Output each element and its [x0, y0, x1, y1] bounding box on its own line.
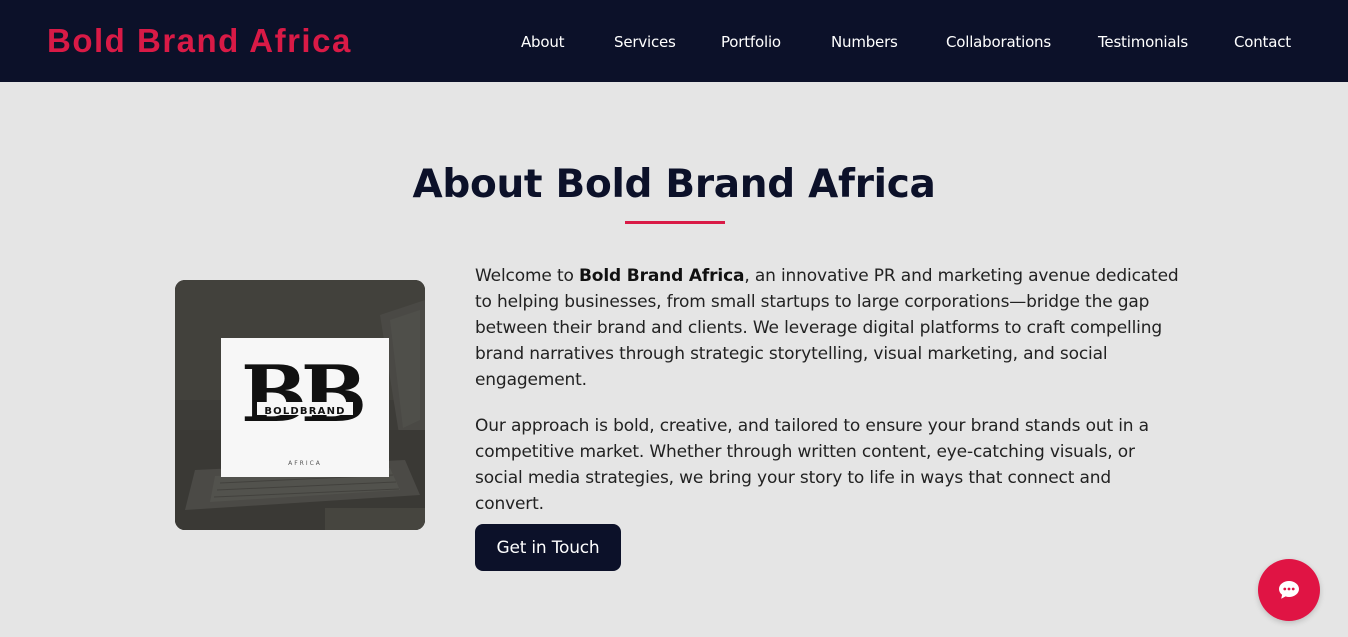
section-title: About Bold Brand Africa — [412, 162, 936, 207]
approach-paragraph: Our approach is bold, creative, and tail… — [475, 416, 1149, 514]
nav-portfolio[interactable]: Portfolio — [721, 33, 781, 51]
brand-emphasis: Bold Brand Africa — [579, 266, 745, 286]
nav-contact[interactable]: Contact — [1234, 33, 1291, 51]
chat-button[interactable] — [1258, 559, 1320, 621]
about-text: Welcome to Bold Brand Africa, an innovat… — [475, 263, 1185, 537]
logo-letters: BB — [241, 349, 363, 440]
about-image: BB BOLDBRAND AFRICA — [175, 280, 425, 530]
nav-collaborations[interactable]: Collaborations — [946, 33, 1051, 51]
intro-paragraph: Welcome to Bold Brand Africa, an innovat… — [475, 266, 1179, 390]
brand-logo-text[interactable]: Bold Brand Africa — [47, 22, 352, 60]
logo-wordmark: BOLDBRAND — [264, 406, 345, 417]
chat-bubble-icon — [1279, 581, 1299, 599]
title-underline — [625, 221, 725, 224]
nav-about[interactable]: About — [521, 33, 565, 51]
get-in-touch-button[interactable]: Get in Touch — [475, 524, 621, 571]
laptop-logo-photo: BB BOLDBRAND AFRICA — [175, 280, 425, 530]
site-header: Bold Brand Africa About Services Portfol… — [0, 0, 1348, 82]
logo-subtext: AFRICA — [288, 460, 322, 467]
nav-testimonials[interactable]: Testimonials — [1098, 33, 1188, 51]
nav-services[interactable]: Services — [614, 33, 676, 51]
nav-numbers[interactable]: Numbers — [831, 33, 898, 51]
